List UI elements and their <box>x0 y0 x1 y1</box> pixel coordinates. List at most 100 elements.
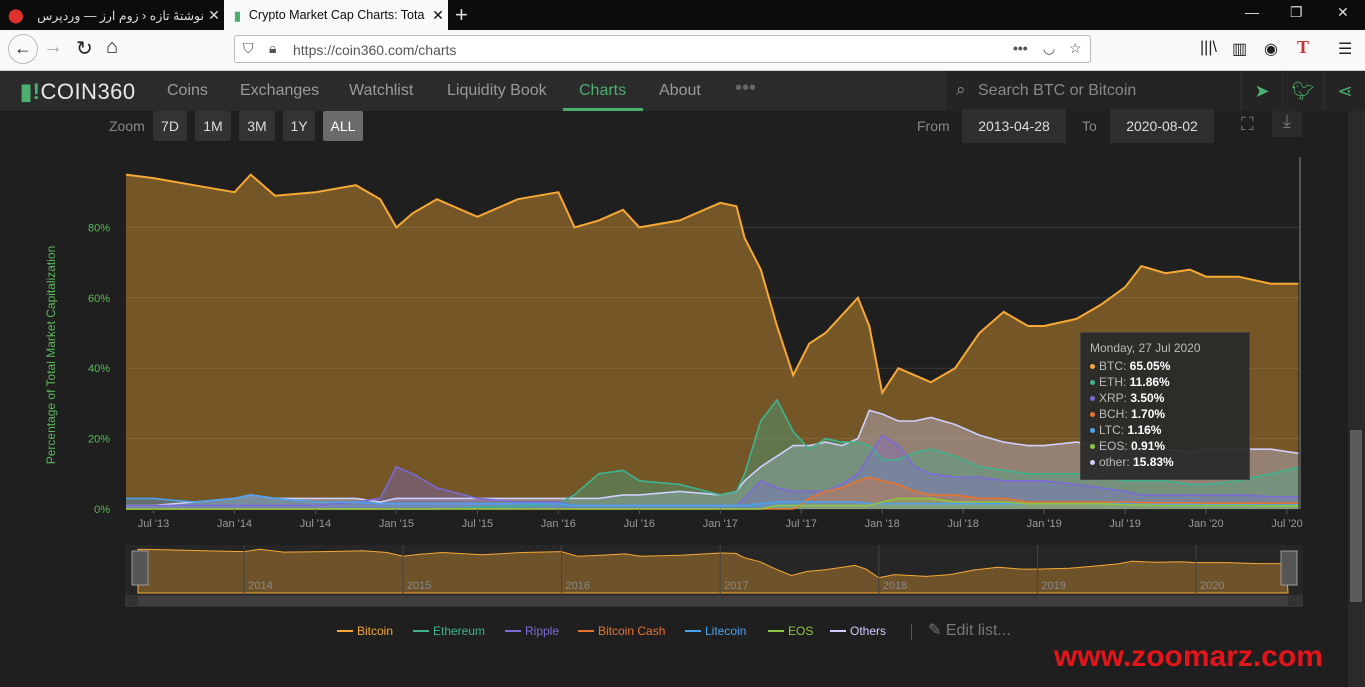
fullscreen-icon[interactable]: ⛶ <box>1241 114 1254 135</box>
navigator-left-handle[interactable] <box>131 550 149 586</box>
x-tick-label: Jan '14 <box>217 518 252 530</box>
navigator-scrollbar-thumb[interactable] <box>138 596 1288 606</box>
account-icon[interactable]: ◉ <box>1264 39 1278 59</box>
legend-item-others[interactable]: Others <box>830 624 886 638</box>
navigator-right-handle[interactable] <box>1280 550 1298 586</box>
series-dot-icon <box>1090 412 1095 418</box>
legend-label: Others <box>850 624 887 638</box>
y-tick-label: 80% <box>88 222 110 234</box>
tooltip-row: LTC: 1.16% <box>1090 422 1240 438</box>
tooltip-value: 0.91% <box>1131 439 1166 453</box>
sidebar-icon[interactable]: ▥ <box>1232 39 1247 59</box>
legend-label: Bitcoin Cash <box>598 624 666 638</box>
tooltip-value: 1.70% <box>1131 407 1166 421</box>
nav-charts[interactable]: Charts <box>579 82 626 100</box>
browser-tab-wordpress[interactable]: ⬤ نوشتهٔ تازه ‹ زوم ارز — وردپرس ✕ <box>0 0 224 30</box>
series-dot-icon <box>1090 396 1095 402</box>
zoom-1y-button[interactable]: 1Y <box>283 111 315 141</box>
to-date-input[interactable]: 2020-08-02 <box>1110 109 1214 143</box>
zoom-3m-button[interactable]: 3M <box>239 111 275 141</box>
close-tab-icon[interactable]: ✕ <box>428 7 448 24</box>
more-actions-icon[interactable]: ••• <box>1013 40 1028 56</box>
page-scrollbar-thumb[interactable] <box>1350 430 1362 602</box>
url-text[interactable]: https://coin360.com/charts <box>293 42 456 58</box>
tooltip-label: BTC: <box>1099 359 1130 373</box>
x-tick-label: Jan '16 <box>541 518 576 530</box>
legend-item-bitcoin[interactable]: Bitcoin <box>337 624 393 638</box>
x-tick-label: Jan '19 <box>1027 518 1062 530</box>
x-tick-label: Jan '18 <box>865 518 900 530</box>
tooltip-value: 65.05% <box>1129 359 1171 373</box>
legend-line-icon <box>768 630 784 632</box>
x-tick-label: Jul '15 <box>462 518 493 530</box>
tooltip-row: BTC: 65.05% <box>1090 358 1240 374</box>
legend-item-litecoin[interactable]: Litecoin <box>685 624 746 638</box>
close-window-icon[interactable]: ✕ <box>1337 4 1349 21</box>
share-icon[interactable]: ⋖ <box>1325 71 1365 111</box>
edit-list-button[interactable]: ✎ Edit list... <box>928 620 1011 640</box>
home-icon[interactable]: ⌂ <box>106 36 118 59</box>
legend-item-ripple[interactable]: Ripple <box>505 624 559 638</box>
extension-t-icon[interactable]: T <box>1297 37 1309 58</box>
twitter-icon[interactable]: 🐦︎ <box>1283 71 1323 111</box>
forward-icon[interactable]: → <box>43 36 63 59</box>
legend-item-ethereum[interactable]: Ethereum <box>413 624 485 638</box>
nav-watchlist[interactable]: Watchlist <box>349 82 413 100</box>
library-icon[interactable]: |||\ <box>1200 39 1217 57</box>
download-icon[interactable]: ⤓ <box>1272 111 1302 137</box>
navigator-year-label: 2014 <box>248 580 272 592</box>
x-tick-label: Jul '18 <box>947 518 978 530</box>
coin360-logo[interactable]: ▮!COIN360 <box>20 79 136 105</box>
shield-icon[interactable]: ⛉ <box>243 40 254 57</box>
legend-line-icon <box>337 630 353 632</box>
nav-liquidity-book[interactable]: Liquidity Book <box>447 82 547 100</box>
watermark-text: www.zoomarz.com <box>1054 640 1323 673</box>
legend-label: Ripple <box>525 624 560 638</box>
back-icon[interactable]: ← <box>8 34 38 64</box>
y-axis-ticks: 0% 20% 40% 60% 80% <box>88 222 110 516</box>
tooltip-value: 15.83% <box>1133 455 1174 469</box>
legend-item-bitcoin-cash[interactable]: Bitcoin Cash <box>578 624 665 638</box>
from-label: From <box>917 118 950 134</box>
new-tab-icon[interactable]: + <box>455 2 468 28</box>
y-tick-label: 20% <box>88 434 110 446</box>
zoom-7d-button[interactable]: 7D <box>153 111 187 141</box>
zoom-1m-button[interactable]: 1M <box>195 111 231 141</box>
pencil-icon: ✎ <box>928 622 942 639</box>
search-input[interactable]: Search BTC or Bitcoin <box>978 82 1136 100</box>
tooltip-label: other: <box>1099 455 1134 469</box>
legend-item-eos[interactable]: EOS <box>768 624 813 638</box>
restore-icon[interactable]: ❐ <box>1290 4 1303 21</box>
tooltip-value: 1.16% <box>1127 423 1162 437</box>
more-dots-icon[interactable]: ••• <box>735 77 756 100</box>
from-date-input[interactable]: 2013-04-28 <box>962 109 1066 143</box>
series-dot-icon <box>1090 364 1095 370</box>
url-bar[interactable]: ⛉ 🔒︎ https://coin360.com/charts ••• ◡ ☆ <box>234 35 1091 63</box>
tooltip-label: BCH: <box>1099 407 1132 421</box>
legend-line-icon <box>578 630 594 632</box>
menu-icon[interactable]: ☰ <box>1338 39 1352 59</box>
zoom-all-button[interactable]: ALL <box>323 111 363 141</box>
legend-label: Bitcoin <box>357 624 394 638</box>
search-icon: ⌕ <box>956 80 966 99</box>
pocket-icon[interactable]: ◡ <box>1043 40 1055 57</box>
reload-icon[interactable]: ↻ <box>76 36 93 61</box>
minimize-icon[interactable]: — <box>1245 4 1259 20</box>
telegram-icon[interactable]: ➤ <box>1242 71 1282 111</box>
bookmark-star-icon[interactable]: ☆ <box>1069 40 1082 57</box>
tooltip-row: other: 15.83% <box>1090 454 1240 470</box>
search-box[interactable]: ⌕ Search BTC or Bitcoin <box>946 71 1240 111</box>
nav-coins[interactable]: Coins <box>167 82 208 100</box>
browser-tab-coin360[interactable]: ▮ Crypto Market Cap Charts: Tota ✕ <box>224 0 448 30</box>
close-tab-icon[interactable]: ✕ <box>204 7 224 24</box>
legend-line-icon <box>413 630 429 632</box>
x-tick-label: Jul '20 <box>1271 518 1302 530</box>
series-dot-icon <box>1090 428 1095 434</box>
tooltip-row: EOS: 0.91% <box>1090 438 1240 454</box>
tooltip-row: XRP: 3.50% <box>1090 390 1240 406</box>
nav-exchanges[interactable]: Exchanges <box>240 82 319 100</box>
nav-about[interactable]: About <box>659 82 701 100</box>
navigator-year-label: 2017 <box>724 580 748 592</box>
lock-icon[interactable]: 🔒︎ <box>269 40 276 57</box>
tooltip-value: 3.50% <box>1130 391 1165 405</box>
